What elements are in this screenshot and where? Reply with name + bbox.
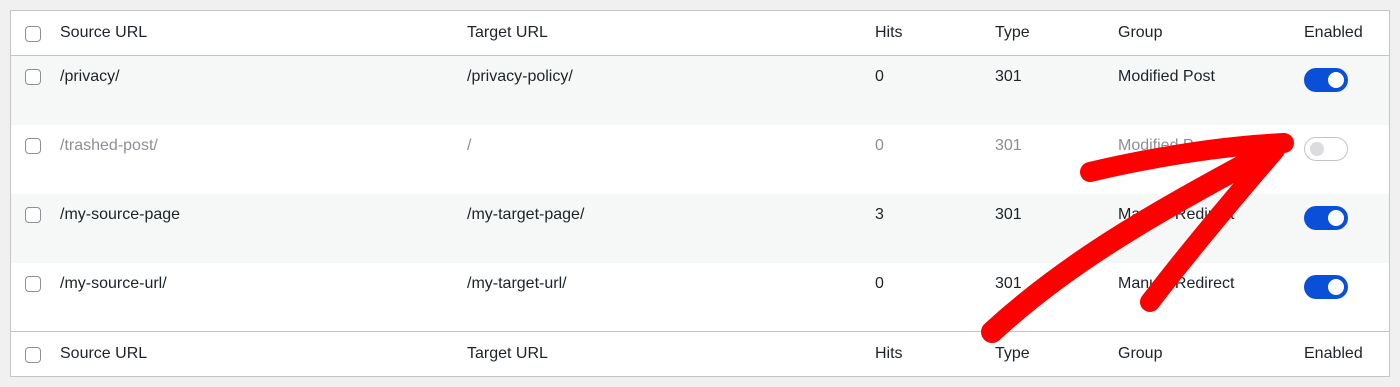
redirect-type: 301 [995,206,1022,223]
hits-count: 0 [875,137,884,154]
select-all-checkbox[interactable] [25,26,41,42]
enabled-toggle[interactable] [1304,137,1348,161]
enabled-toggle[interactable] [1304,68,1348,92]
row-checkbox[interactable] [25,138,41,154]
redirect-type: 301 [995,68,1022,85]
column-group[interactable]: Group [1118,344,1162,364]
column-type[interactable]: Type [995,344,1030,364]
column-enabled: Enabled [1304,24,1363,41]
column-target-url[interactable]: Target URL [467,23,548,43]
source-url[interactable]: /trashed-post/ [60,136,158,156]
select-all-checkbox-footer[interactable] [25,347,41,363]
hits-count: 0 [875,68,884,85]
column-type[interactable]: Type [995,23,1030,43]
table-row: /privacy/ /privacy-policy/ 0 301 Modifie… [11,56,1389,125]
target-url: /my-target-page/ [467,206,585,223]
column-source-url[interactable]: Source URL [60,344,147,364]
table-row: /my-source-page /my-target-page/ 3 301 M… [11,194,1389,263]
table-row: /trashed-post/ / 0 301 Modified Post [11,125,1389,194]
source-url[interactable]: /my-source-url/ [60,274,167,294]
redirect-type: 301 [995,137,1022,154]
row-checkbox[interactable] [25,207,41,223]
target-url: / [467,137,472,154]
column-source-url[interactable]: Source URL [60,23,147,43]
group-name: Manual Redirect [1118,275,1235,292]
column-enabled: Enabled [1304,345,1363,362]
table-row: /my-source-url/ /my-target-url/ 0 301 Ma… [11,263,1389,332]
row-checkbox[interactable] [25,276,41,292]
source-url[interactable]: /my-source-page [60,205,180,225]
redirects-table: Source URL Target URL Hits Type Group En… [10,10,1390,377]
group-name: Modified Post [1118,68,1215,85]
target-url: /my-target-url/ [467,275,567,292]
target-url: /privacy-policy/ [467,68,573,85]
column-hits[interactable]: Hits [875,23,903,43]
column-target-url[interactable]: Target URL [467,344,548,364]
column-group[interactable]: Group [1118,23,1162,43]
table-footer: Source URL Target URL Hits Type Group En… [11,331,1389,376]
source-url[interactable]: /privacy/ [60,67,120,87]
hits-count: 0 [875,275,884,292]
enabled-toggle[interactable] [1304,275,1348,299]
group-name: Modified Post [1118,137,1215,154]
redirect-type: 301 [995,275,1022,292]
hits-count: 3 [875,206,884,223]
enabled-toggle[interactable] [1304,206,1348,230]
row-checkbox[interactable] [25,69,41,85]
table-header: Source URL Target URL Hits Type Group En… [11,11,1389,56]
group-name: Manual Redirect [1118,206,1235,223]
column-hits[interactable]: Hits [875,344,903,364]
